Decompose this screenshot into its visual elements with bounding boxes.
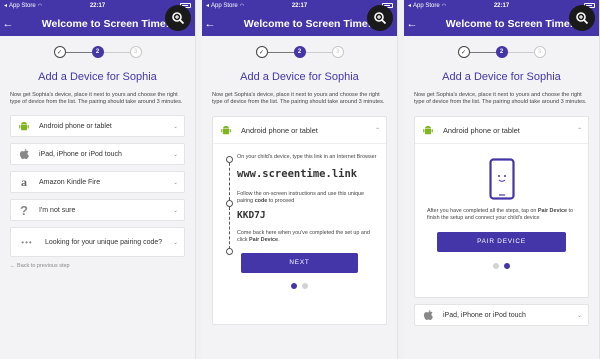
progress-stepper: ✓ 2 3 <box>202 42 397 62</box>
option-not-sure[interactable]: ? I'm not sure ⌄ <box>10 199 185 222</box>
option-android[interactable]: Android phone or tablet ⌄ <box>10 115 185 138</box>
option-apple[interactable]: iPad, iPhone or iPod touch ⌄ <box>10 143 185 166</box>
progress-stepper: ✓ 2 3 <box>404 42 599 62</box>
chevron-down-icon: ⌄ <box>576 312 582 319</box>
status-bar: ◂ App Store ◠ 22:17 <box>202 0 397 11</box>
step-marker <box>226 248 233 256</box>
android-card-header[interactable]: Android phone or tablet ⌃ <box>213 117 386 145</box>
app-header: ← Welcome to Screen Time! <box>0 5 195 36</box>
page-title: Add a Device for Sophia <box>442 71 561 83</box>
option-pairing-code[interactable]: ••• Looking for your unique pairing code… <box>10 227 185 258</box>
page-dot[interactable] <box>493 263 499 270</box>
step-2-current: 2 <box>91 46 104 58</box>
pairing-code: KKD7J <box>237 210 266 222</box>
app-header: ← Welcome to Screen Time! <box>202 5 397 36</box>
intro-text: Now get Sophia's device, place it next t… <box>414 92 587 106</box>
back-arrow-icon[interactable]: ← <box>0 18 16 30</box>
setup-link: www.screentime.link <box>237 168 358 181</box>
page-dot-active[interactable] <box>504 263 510 270</box>
apple-icon <box>17 147 31 161</box>
pair-instructions: After you have completed all the steps, … <box>427 208 573 222</box>
page-dot[interactable] <box>302 283 308 290</box>
intro-text: Now get Sophia's device, place it next t… <box>10 92 183 106</box>
step-instruction-2: Follow the on-screen instructions and us… <box>237 191 365 205</box>
step-3-pending: 3 <box>129 46 142 58</box>
page-dot-active[interactable] <box>291 283 297 290</box>
android-card-header[interactable]: Android phone or tablet ⌃ <box>415 117 588 145</box>
chevron-up-icon: ⌃ <box>576 127 582 134</box>
status-time: 22:17 <box>89 2 106 9</box>
phone-screen-android-steps: ◂ App Store ◠ 22:17 ← Welcome to Screen Ti… <box>202 0 398 359</box>
smartphone-icon <box>488 158 515 201</box>
page-indicator <box>213 283 386 290</box>
chevron-up-icon: ⌃ <box>374 127 380 134</box>
android-icon <box>421 123 435 137</box>
step-2-current: 2 <box>293 46 306 58</box>
zoom-icon[interactable] <box>367 5 393 31</box>
phone-screen-device-list: ◂ App Store ◠ 22:17 ← Welcome to Screen Ti… <box>0 0 196 359</box>
page-title: Add a Device for Sophia <box>38 71 157 83</box>
step-2-current: 2 <box>495 46 508 58</box>
zoom-icon[interactable] <box>569 5 595 31</box>
status-bar: ◂ App Store ◠ 22:17 <box>0 0 195 11</box>
chevron-down-icon: ⌄ <box>172 179 178 186</box>
apple-icon <box>421 308 435 322</box>
page-indicator <box>415 263 588 270</box>
phone-screen-pair-device: ◂ App Store ◠ 22:17 ← Welcome to Screen Ti… <box>404 0 600 359</box>
android-card: Android phone or tablet ⌃ On your child'… <box>212 116 387 326</box>
step-marker <box>226 200 233 208</box>
pair-device-button[interactable]: PAIR DEVICE <box>437 232 566 253</box>
option-apple[interactable]: iPad, iPhone or iPod touch ⌄ <box>414 304 589 327</box>
step-instruction-3: Come back here when you've completed the… <box>237 230 370 244</box>
step-marker <box>226 156 233 164</box>
status-time: 22:17 <box>291 2 308 9</box>
smartphone-illustration <box>415 158 588 201</box>
step-instruction-1: On your child's device, type this link i… <box>237 154 377 161</box>
back-arrow-icon[interactable]: ← <box>404 18 420 30</box>
step-3-pending: 3 <box>533 46 546 58</box>
step-1-complete: ✓ <box>53 46 66 58</box>
chevron-down-icon: ⌄ <box>172 239 178 246</box>
status-time: 22:17 <box>493 2 510 9</box>
zoom-icon[interactable] <box>165 5 191 31</box>
chevron-down-icon: ⌄ <box>172 207 178 214</box>
back-arrow-icon[interactable]: ← <box>202 18 218 30</box>
android-card: Android phone or tablet ⌃ After you have… <box>414 116 589 299</box>
android-icon <box>17 119 31 133</box>
progress-stepper: ✓ 2 3 <box>0 42 195 62</box>
chevron-down-icon: ⌄ <box>172 151 178 158</box>
app-header: ← Welcome to Screen Time! <box>404 5 599 36</box>
dots-icon: ••• <box>21 237 33 247</box>
back-arrow-icon: ← <box>10 263 16 270</box>
step-3-pending: 3 <box>331 46 344 58</box>
page-title: Add a Device for Sophia <box>240 71 359 83</box>
option-amazon[interactable]: a Amazon Kindle Fire ⌄ <box>10 171 185 194</box>
android-icon <box>219 123 233 137</box>
question-icon: ? <box>20 202 28 218</box>
amazon-icon: a <box>21 174 27 189</box>
status-bar: ◂ App Store ◠ 22:17 <box>404 0 599 11</box>
intro-text: Now get Sophia's device, place it next t… <box>212 92 385 106</box>
setup-steps: On your child's device, type this link i… <box>213 144 386 256</box>
next-button[interactable]: NEXT <box>241 253 358 274</box>
chevron-down-icon: ⌄ <box>172 123 178 130</box>
back-link[interactable]: ← Back to previous step <box>0 263 195 269</box>
step-1-complete: ✓ <box>255 46 268 58</box>
step-1-complete: ✓ <box>457 46 470 58</box>
